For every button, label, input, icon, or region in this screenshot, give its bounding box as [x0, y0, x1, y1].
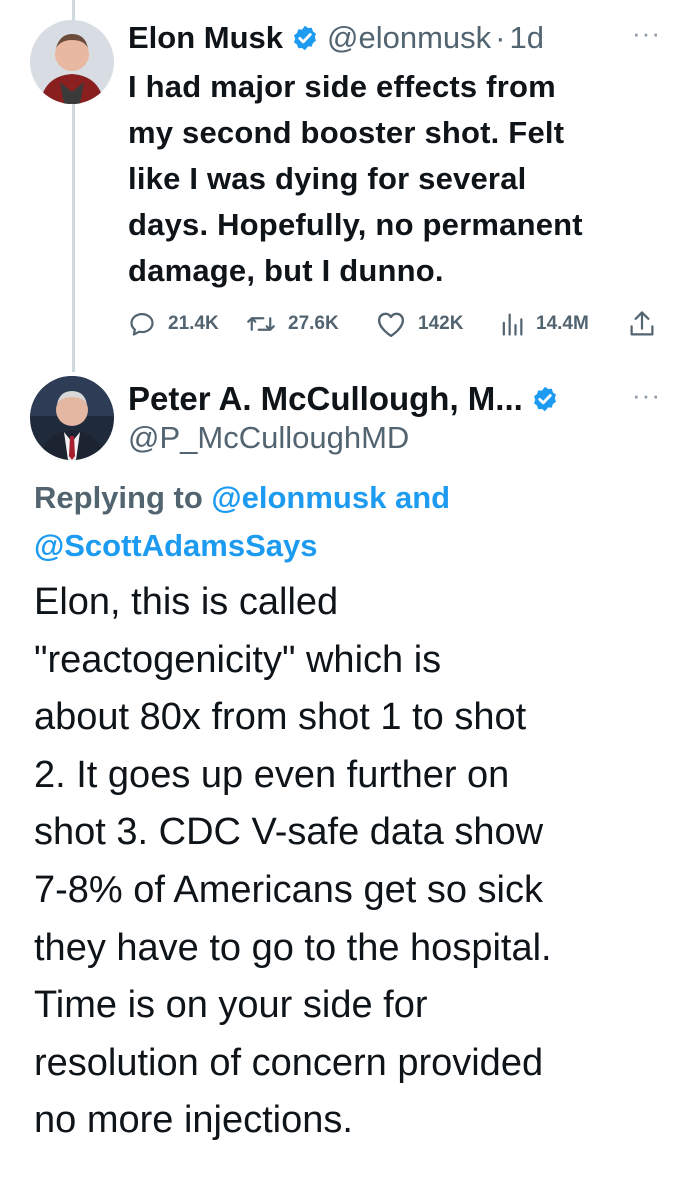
- tweet-text-line: 2. It goes up even further on: [34, 753, 510, 796]
- tweet-text-line: resolution of concern provided: [34, 1041, 544, 1084]
- views-button[interactable]: 14.4M: [500, 302, 589, 346]
- tweet-text-line: like I was dying for several: [128, 161, 527, 196]
- replying-user-link[interactable]: @elonmusk: [211, 480, 386, 515]
- tweet-text-line: no more injections.: [34, 1099, 353, 1142]
- tweet1-action-bar: 21.4K 27.6K 142K 14.4M: [128, 302, 668, 346]
- tweet-text-line: "reactogenicity" which is: [34, 638, 442, 681]
- tweet-text-line: Elon, this is called: [34, 581, 339, 623]
- avatar-peter-mccullough[interactable]: [30, 376, 114, 460]
- tweet-text-line: about 80x from shot 1 to shot: [34, 696, 527, 739]
- tweet-text-line: days. Hopefully, no permanent: [128, 207, 583, 242]
- retweet-button[interactable]: 27.6K: [246, 302, 339, 346]
- tweet-text-line: I had major side effects from: [128, 69, 556, 104]
- author-handle[interactable]: @P_McCulloughMD: [128, 420, 409, 456]
- author-handle[interactable]: @elonmusk: [327, 20, 491, 56]
- tweet-text-line: they have to go to the hospital.: [34, 926, 552, 969]
- replying-and[interactable]: and: [395, 480, 450, 515]
- avatar-elon-musk[interactable]: [30, 20, 114, 104]
- tweet1-header: Elon Musk @elonmusk · 1d: [128, 16, 544, 60]
- tweet-text-line: Time is on your side for: [34, 984, 428, 1027]
- replying-to: Replying to @elonmusk and @ScottAdamsSay…: [34, 474, 674, 570]
- more-dots-icon[interactable]: ···: [632, 380, 661, 411]
- tweet-text-line: my second booster shot. Felt: [128, 115, 565, 150]
- author-name[interactable]: Peter A. McCullough, M...: [128, 380, 523, 418]
- share-button[interactable]: [628, 302, 656, 346]
- more-dots-icon[interactable]: ···: [632, 18, 661, 49]
- author-name[interactable]: Elon Musk: [128, 20, 283, 56]
- views-bar-chart-icon: [500, 310, 524, 338]
- tweet-text-line: damage, but I dunno.: [128, 253, 444, 288]
- tweet-timestamp[interactable]: 1d: [510, 20, 544, 56]
- separator-dot: ·: [495, 20, 506, 55]
- share-icon: [628, 309, 656, 339]
- tweet1-text: I had major side effects from my second …: [128, 64, 668, 294]
- tweet2-header: Peter A. McCullough, M...: [128, 376, 567, 422]
- tweet-text-line: shot 3. CDC V-safe data show: [34, 811, 544, 854]
- tweet2-text: Elon, this is called "reactogenicity" wh…: [34, 574, 684, 1150]
- reply-button[interactable]: 21.4K: [128, 302, 219, 346]
- heart-icon: [376, 310, 406, 338]
- reply-count: 21.4K: [168, 313, 219, 334]
- verified-badge-icon: [291, 24, 319, 52]
- replying-prefix: Replying to: [34, 480, 203, 515]
- retweet-icon: [246, 310, 276, 338]
- retweet-count: 27.6K: [288, 313, 339, 334]
- replying-user-link[interactable]: @ScottAdamsSays: [34, 528, 318, 563]
- reply-icon: [128, 310, 156, 338]
- like-button[interactable]: 142K: [376, 302, 463, 346]
- verified-badge-icon: [531, 385, 559, 413]
- like-count: 142K: [418, 313, 464, 334]
- tweet-text-line: 7-8% of Americans get so sick: [34, 868, 543, 911]
- views-count: 14.4M: [536, 313, 589, 334]
